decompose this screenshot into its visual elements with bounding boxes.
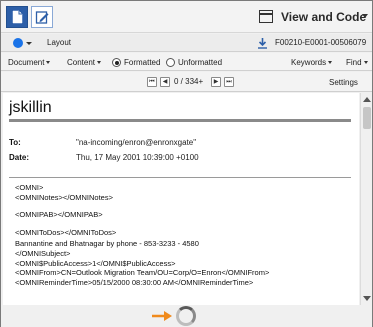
email-sender: jskillin [9, 99, 52, 116]
document-menu-label: Document [8, 58, 45, 67]
layout-button[interactable]: Layout [47, 38, 71, 47]
body-line: <OMNIPAB></OMNIPAB> [15, 210, 103, 219]
to-value: "na-incoming/enron@enronxgate" [76, 138, 197, 147]
content-menu[interactable]: Content [67, 58, 102, 67]
find-menu[interactable]: Find [346, 58, 368, 67]
to-label: To: [9, 138, 21, 147]
first-page-button[interactable]: ⏮ [147, 77, 157, 87]
settings-button[interactable]: Settings [329, 78, 358, 87]
unformatted-radio[interactable] [166, 58, 175, 67]
chevron-down-icon[interactable] [362, 14, 368, 18]
page-counter: 0 / 334+ [174, 77, 204, 86]
body-line: Bannantine and Bhatnagar by phone - 853-… [15, 239, 199, 248]
app-window: View and Code Layout F00210-E0001-005060… [0, 0, 373, 327]
view-mode-selector[interactable]: View and Code [281, 10, 366, 24]
keywords-menu[interactable]: Keywords [291, 58, 333, 67]
next-page-button[interactable]: ▶ [211, 77, 221, 87]
date-label: Date: [9, 153, 30, 162]
content-menu-label: Content [67, 58, 96, 67]
menu-bar: Document Content Formatted Unformatted K… [1, 53, 372, 71]
page-navigation-bar: ⏮ ◀ 0 / 334+ ▶ ⏭ Settings [1, 72, 372, 92]
loading-area [1, 306, 372, 327]
body-line: </OMNISubject> [15, 249, 71, 258]
arrow-right-icon [152, 311, 172, 321]
document-id: F00210-E0001-00506079 [275, 38, 367, 47]
scroll-up-icon[interactable] [363, 97, 371, 102]
color-selector-dot[interactable] [13, 38, 23, 48]
edit-document-icon [35, 11, 49, 24]
chevron-down-icon [328, 61, 333, 65]
body-line: <OMNIToDos></OMNIToDos> [15, 228, 117, 237]
keywords-menu-label: Keywords [291, 58, 327, 67]
body-line: <OMNI> [15, 183, 44, 192]
vertical-scrollbar[interactable] [360, 93, 372, 305]
document-viewer: jskillin To: "na-incoming/enron@enronxga… [3, 93, 359, 305]
body-line: <OMNIReminderTime>05/15/2000 08:30:00 AM… [15, 278, 254, 287]
body-line: <OMNI$PublicAccess>1</OMNI$PublicAccess> [15, 259, 176, 268]
formatted-label[interactable]: Formatted [124, 58, 160, 67]
chevron-down-icon [46, 61, 51, 65]
previous-page-button[interactable]: ◀ [160, 77, 170, 87]
edit-document-button[interactable] [31, 6, 53, 28]
unformatted-label[interactable]: Unformatted [178, 58, 222, 67]
body-line: <OMNIFrom>CN=Outlook Migration Team/OU=C… [15, 268, 270, 277]
scrollbar-thumb[interactable] [363, 107, 371, 129]
chevron-down-icon [363, 61, 368, 65]
chevron-down-icon [97, 61, 102, 65]
find-menu-label: Find [346, 58, 362, 67]
header-divider [9, 119, 351, 122]
document-view-button[interactable] [6, 6, 28, 28]
document-icon [12, 10, 23, 24]
loading-spinner-icon [176, 306, 196, 326]
date-value: Thu, 17 May 2001 10:39:00 +0100 [76, 153, 199, 162]
last-page-button[interactable]: ⏭ [224, 77, 234, 87]
body-divider [9, 177, 351, 178]
scroll-down-icon[interactable] [363, 296, 371, 301]
formatted-radio[interactable] [112, 58, 121, 67]
body-line: <OMNINotes></OMNINotes> [15, 193, 113, 202]
layout-bar: Layout F00210-E0001-00506079 [1, 34, 372, 52]
download-icon[interactable] [257, 37, 268, 49]
top-toolbar: View and Code [1, 1, 372, 33]
chevron-down-icon[interactable] [26, 42, 32, 45]
document-menu[interactable]: Document [8, 58, 51, 67]
view-window-icon[interactable] [259, 10, 273, 23]
